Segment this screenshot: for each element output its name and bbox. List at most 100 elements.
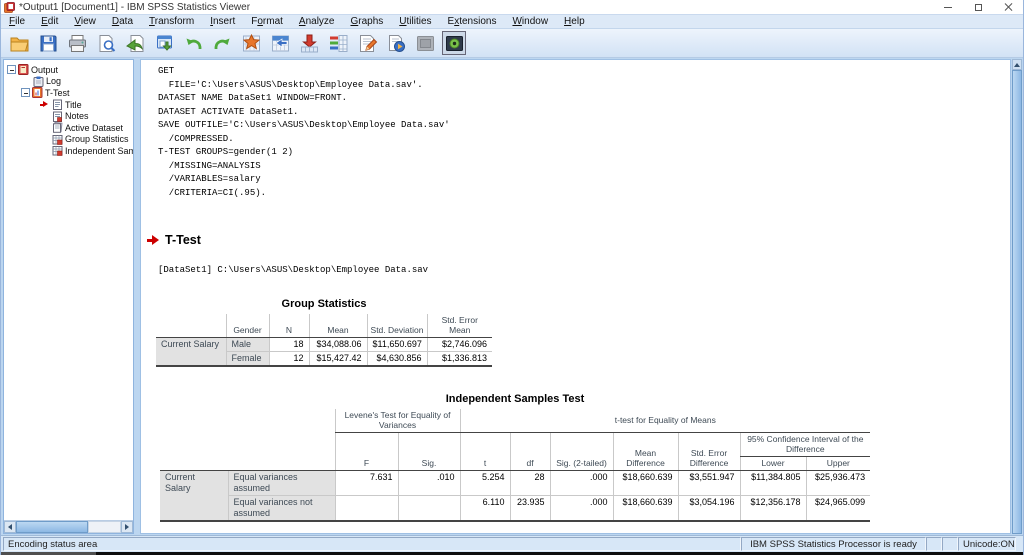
goto-case-icon[interactable]	[268, 31, 292, 55]
cell: 23.935	[510, 496, 550, 521]
output-pane[interactable]: GET FILE='C:\Users\ASUS\Desktop\Employee…	[140, 59, 1011, 534]
insert-cases-icon[interactable]	[297, 31, 321, 55]
minimize-button[interactable]	[933, 0, 963, 14]
maximize-button[interactable]	[963, 0, 993, 14]
menu-extensions[interactable]: Extensions	[440, 16, 505, 27]
open-icon[interactable]	[7, 31, 31, 55]
status-cell-empty	[926, 537, 942, 551]
save-icon[interactable]	[36, 31, 60, 55]
col-header: Std. Deviation	[367, 314, 427, 338]
dataset-path: [DataSet1] C:\Users\ASUS\Desktop\Employe…	[158, 265, 428, 275]
independent-samples-output[interactable]: Independent Samples Test Levene's Test f…	[160, 393, 870, 522]
ttest-book-icon	[32, 87, 43, 98]
tree-item-independent-samples[interactable]: Independent Sam	[7, 145, 133, 157]
current-item-arrow-icon	[40, 101, 49, 109]
table-row: Current Salary Equal variances assumed 7…	[160, 471, 870, 496]
cell: $4,630.856	[367, 352, 427, 366]
minimize-icon	[944, 7, 952, 8]
main-area: Output Log T-Test Title	[1, 58, 1023, 535]
cell: $3,551.947	[678, 471, 740, 496]
cell: $11,384.805	[740, 471, 806, 496]
levene-spanner: Levene's Test for Equality of Variances	[335, 409, 460, 433]
app-icon	[4, 2, 15, 13]
menu-graphs[interactable]: Graphs	[342, 16, 391, 27]
recall-dialogs-icon[interactable]	[152, 31, 176, 55]
group-statistics-output[interactable]: Group Statistics Gender N Mean Std. Devi…	[156, 298, 492, 367]
show-hide-icon[interactable]	[442, 31, 466, 55]
scroll-right-icon[interactable]	[121, 521, 133, 533]
menu-utilities[interactable]: Utilities	[391, 16, 439, 27]
content-vertical-scrollbar[interactable]	[1012, 59, 1022, 534]
cell: $3,054.196	[678, 496, 740, 521]
row-sublabel: Equal variances assumed	[228, 471, 335, 496]
tree-item-output[interactable]: Output	[7, 64, 133, 76]
outline-horizontal-scrollbar[interactable]	[4, 520, 133, 533]
edit-output-icon[interactable]	[355, 31, 379, 55]
cell: .000	[550, 471, 613, 496]
tree-item-notes[interactable]: Notes	[7, 110, 133, 122]
tree-label: Log	[46, 76, 61, 86]
menu-view[interactable]: View	[66, 16, 104, 27]
tree-item-active-dataset[interactable]: Active Dataset	[7, 122, 133, 134]
variables-icon[interactable]	[326, 31, 350, 55]
cell: 28	[510, 471, 550, 496]
tree-item-log[interactable]: Log	[7, 76, 133, 88]
collapse-icon[interactable]	[21, 88, 30, 97]
cell: Female	[226, 352, 269, 366]
col-header: Mean	[309, 314, 367, 338]
notes-icon	[52, 111, 63, 122]
table-row: Current Salary Male 18 $34,088.06 $11,65…	[156, 338, 492, 352]
menu-analyze[interactable]: Analyze	[291, 16, 343, 27]
cell: 6.110	[460, 496, 510, 521]
print-icon[interactable]	[65, 31, 89, 55]
title-bar: *Output1 [Document1] - IBM SPSS Statisti…	[1, 0, 1023, 14]
unicode-status: Unicode:ON	[958, 537, 1016, 551]
close-button[interactable]	[993, 0, 1023, 14]
collapse-icon[interactable]	[7, 65, 16, 74]
row-label: Current Salary	[160, 471, 228, 521]
redo-icon[interactable]	[210, 31, 234, 55]
menu-file[interactable]: File	[1, 16, 33, 27]
ci-spanner: 95% Confidence Interval of the Differenc…	[740, 433, 870, 457]
status-cell-empty	[942, 537, 958, 551]
cell: $2,746.096	[427, 338, 492, 352]
scrollbar-thumb[interactable]	[16, 521, 88, 533]
menu-data[interactable]: Data	[104, 16, 141, 27]
col-header: Sig.	[398, 433, 460, 471]
menu-transform[interactable]: Transform	[141, 16, 202, 27]
cell: $18,660.639	[613, 471, 678, 496]
ttest-heading: T-Test	[165, 233, 201, 247]
menu-window[interactable]: Window	[504, 16, 556, 27]
row-label: Current Salary	[156, 338, 226, 366]
goto-data-icon[interactable]	[239, 31, 263, 55]
menu-edit[interactable]: Edit	[33, 16, 66, 27]
menu-help[interactable]: Help	[556, 16, 593, 27]
scrollbar-thumb[interactable]	[1012, 70, 1022, 534]
export-icon[interactable]	[123, 31, 147, 55]
cell: $11,650.697	[367, 338, 427, 352]
processor-status: IBM SPSS Statistics Processor is ready	[741, 537, 926, 551]
independent-samples-table: Levene's Test for Equality of Variances …	[160, 409, 870, 522]
scroll-left-icon[interactable]	[4, 521, 16, 533]
menu-format[interactable]: Format	[243, 16, 291, 27]
table-row: Equal variances not assumed 6.110 23.935…	[160, 496, 870, 521]
col-header: t	[460, 433, 510, 471]
scroll-up-icon[interactable]	[1012, 59, 1022, 70]
col-header: Std. Error Difference	[678, 433, 740, 471]
group-statistics-table: Gender N Mean Std. Deviation Std. Error …	[156, 314, 492, 367]
run-script-icon[interactable]	[384, 31, 408, 55]
col-header: Sig. (2-tailed)	[550, 433, 613, 471]
undo-icon[interactable]	[181, 31, 205, 55]
current-output-arrow-icon	[147, 235, 159, 245]
col-header: Std. Error Mean	[427, 314, 492, 338]
corner-cell	[160, 409, 335, 471]
menu-insert[interactable]: Insert	[202, 16, 243, 27]
tree-item-title[interactable]: Title	[7, 99, 133, 111]
print-preview-icon[interactable]	[94, 31, 118, 55]
tree-item-group-statistics[interactable]: Group Statistics	[7, 134, 133, 146]
outline-pane: Output Log T-Test Title	[3, 59, 134, 534]
tree-label: Group Statistics	[65, 134, 129, 144]
group-statistics-table-icon	[52, 134, 63, 145]
tree-item-ttest[interactable]: T-Test	[7, 87, 133, 99]
row-sublabel: Equal variances not assumed	[228, 496, 335, 521]
